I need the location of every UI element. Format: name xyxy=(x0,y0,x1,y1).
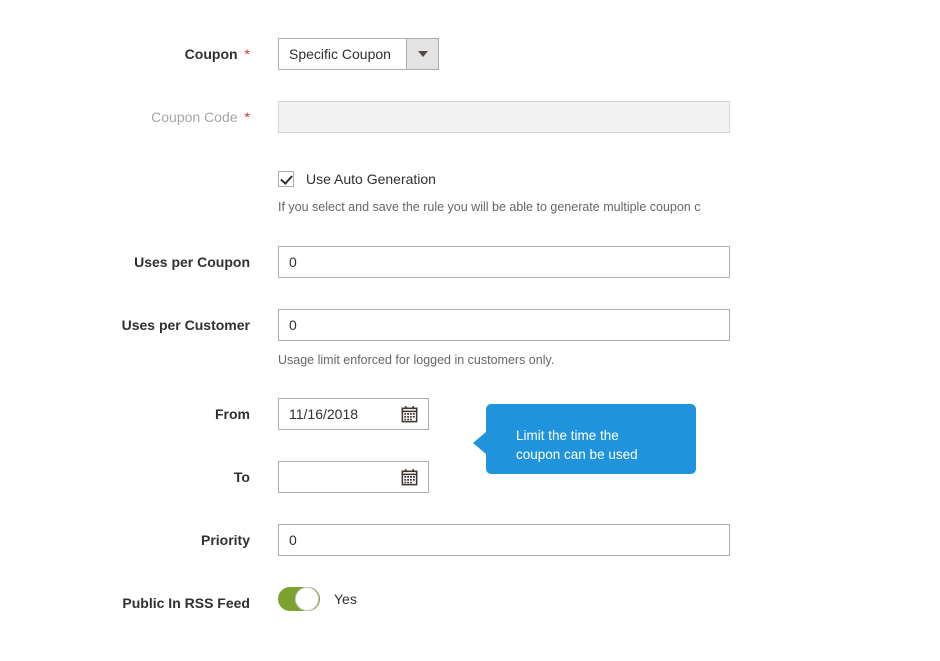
toggle-knob xyxy=(295,587,319,611)
public-in-rss-feed-toggle-row[interactable]: Yes xyxy=(278,587,357,611)
priority-label: Priority xyxy=(0,524,250,556)
coupon-code-input xyxy=(278,101,730,133)
callout-line-1: Limit the time the xyxy=(516,428,619,443)
public-in-rss-feed-toggle-state: Yes xyxy=(334,591,357,607)
priority-control: 0 xyxy=(278,524,730,556)
field-row-uses-per-coupon: Uses per Coupon 0 xyxy=(0,246,940,278)
public-in-rss-feed-label: Public In RSS Feed xyxy=(0,587,250,619)
chevron-down-icon xyxy=(417,51,428,57)
field-row-from: From 11/16/2018 xyxy=(0,398,940,430)
public-in-rss-feed-toggle[interactable] xyxy=(278,587,320,611)
field-row-to: To xyxy=(0,461,940,493)
coupon-code-label-text: Coupon Code xyxy=(151,109,238,125)
field-row-coupon-code: Coupon Code * xyxy=(0,101,940,133)
calendar-icon[interactable] xyxy=(400,405,419,424)
uses-per-coupon-control: 0 xyxy=(278,246,730,278)
from-date-field[interactable]: 11/16/2018 xyxy=(278,398,429,430)
coupon-control: Specific Coupon xyxy=(278,38,439,70)
coupon-type-selected-value: Specific Coupon xyxy=(289,46,391,62)
from-label-text: From xyxy=(215,406,250,422)
uses-per-customer-input[interactable]: 0 xyxy=(278,309,730,341)
auto-generation-control: Use Auto Generation If you select and sa… xyxy=(278,171,700,215)
coupon-type-dropdown-button[interactable] xyxy=(406,39,438,69)
coupon-code-control xyxy=(278,101,730,133)
coupon-code-label: Coupon Code * xyxy=(0,101,250,133)
uses-per-customer-note: Usage limit enforced for logged in custo… xyxy=(278,353,555,367)
uses-per-customer-label: Uses per Customer xyxy=(0,309,250,341)
checkbox-checked-icon[interactable] xyxy=(278,171,294,187)
uses-per-coupon-label: Uses per Coupon xyxy=(0,246,250,278)
auto-generation-note: If you select and save the rule you will… xyxy=(278,200,701,214)
field-row-coupon: Coupon * Specific Coupon xyxy=(0,38,940,70)
coupon-form-panel: Coupon * Specific Coupon Coupon Code * Use… xyxy=(0,0,940,661)
use-auto-generation-checkbox-row[interactable]: Use Auto Generation xyxy=(278,171,700,187)
to-label: To xyxy=(0,461,250,493)
uses-per-coupon-label-text: Uses per Coupon xyxy=(134,254,250,270)
priority-input[interactable]: 0 xyxy=(278,524,730,556)
field-row-auto-generation: Use Auto Generation If you select and sa… xyxy=(0,171,940,215)
public-in-rss-feed-label-text: Public In RSS Feed xyxy=(122,595,250,611)
uses-per-customer-control: 0 Usage limit enforced for logged in cus… xyxy=(278,309,730,368)
coupon-type-select[interactable]: Specific Coupon xyxy=(278,38,439,70)
field-row-priority: Priority 0 xyxy=(0,524,940,556)
uses-per-customer-label-text: Uses per Customer xyxy=(121,317,250,333)
to-date-field[interactable] xyxy=(278,461,429,493)
coupon-code-required-star: * xyxy=(244,109,250,125)
public-in-rss-feed-control: Yes xyxy=(278,587,357,611)
from-label: From xyxy=(0,398,250,430)
callout-arrow-icon xyxy=(473,432,486,454)
coupon-label-text: Coupon xyxy=(184,46,238,62)
coupon-label: Coupon * xyxy=(0,38,250,70)
uses-per-coupon-input[interactable]: 0 xyxy=(278,246,730,278)
from-date-value: 11/16/2018 xyxy=(289,406,359,422)
coupon-required-star: * xyxy=(244,46,250,62)
priority-label-text: Priority xyxy=(200,532,250,548)
calendar-icon[interactable] xyxy=(400,468,419,487)
to-label-text: To xyxy=(233,469,250,485)
field-row-public-in-rss-feed: Public In RSS Feed Yes xyxy=(0,587,940,619)
from-control: 11/16/2018 xyxy=(278,398,429,430)
use-auto-generation-label: Use Auto Generation xyxy=(306,171,436,187)
field-row-uses-per-customer: Uses per Customer 0 Usage limit enforced… xyxy=(0,309,940,368)
to-control xyxy=(278,461,429,493)
